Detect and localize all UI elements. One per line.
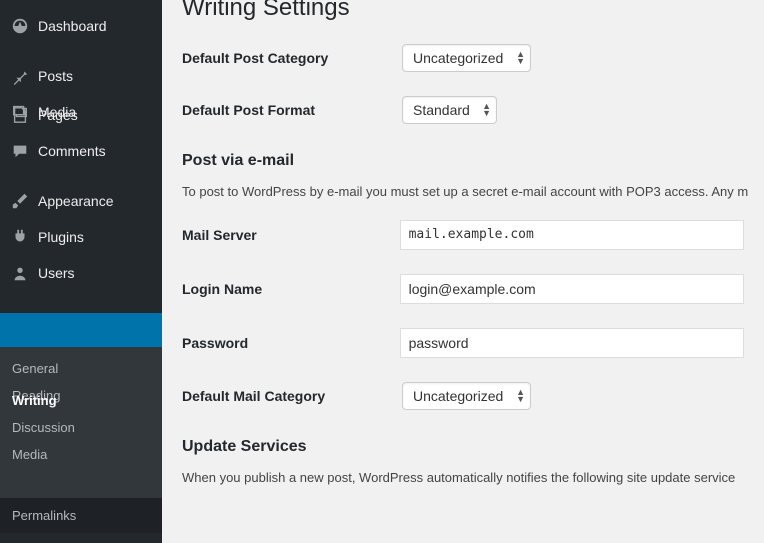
label-password: Password <box>182 335 400 351</box>
input-password[interactable] <box>400 328 744 358</box>
sidebar-item-posts[interactable]: Posts <box>0 58 162 94</box>
sidebar-label: Plugins <box>38 229 84 245</box>
admin-sidebar: Dashboard Posts Media Pages Comments App… <box>0 0 162 543</box>
sidebar-item-comments[interactable]: Comments <box>0 133 162 169</box>
sidebar-label: Comments <box>38 143 106 159</box>
plug-icon <box>10 227 30 247</box>
section-email-title: Post via e-mail <box>182 152 744 170</box>
select-default-category[interactable]: Uncategorized <box>402 44 531 72</box>
page-icon <box>10 105 30 125</box>
select-default-format-wrap: Standard ▲▼ <box>402 96 497 124</box>
row-login-name: Login Name <box>182 274 744 304</box>
sidebar-item-settings-active[interactable] <box>0 313 162 347</box>
label-default-format: Default Post Format <box>182 102 402 118</box>
label-mail-category: Default Mail Category <box>182 388 402 404</box>
email-description: To post to WordPress by e-mail you must … <box>182 182 744 202</box>
input-login-name[interactable] <box>400 274 744 304</box>
select-mail-category-wrap: Uncategorized ▲▼ <box>402 382 531 410</box>
sidebar-item-appearance[interactable]: Appearance <box>0 183 162 219</box>
section-update-title: Update Services <box>182 438 744 456</box>
input-mail-server[interactable] <box>400 220 744 250</box>
label-login-name: Login Name <box>182 281 400 297</box>
sidebar-label: Posts <box>38 68 73 84</box>
sidebar-label: Appearance <box>38 193 114 209</box>
select-default-category-wrap: Uncategorized ▲▼ <box>402 44 531 72</box>
sidebar-label: Users <box>38 265 75 281</box>
select-default-format[interactable]: Standard <box>402 96 497 124</box>
main-content: Writing Settings Default Post Category U… <box>162 0 764 543</box>
sidebar-item-users[interactable]: Users <box>0 255 162 291</box>
label-mail-server: Mail Server <box>182 227 400 243</box>
label-default-category: Default Post Category <box>182 50 402 66</box>
row-mail-category: Default Mail Category Uncategorized ▲▼ <box>182 382 744 410</box>
select-mail-category[interactable]: Uncategorized <box>402 382 531 410</box>
user-icon <box>10 263 30 283</box>
row-default-format: Default Post Format Standard ▲▼ <box>182 96 744 124</box>
submenu-item-media[interactable]: Media <box>0 441 162 468</box>
update-description: When you publish a new post, WordPress a… <box>182 468 744 488</box>
submenu-item-writing[interactable]: Writing <box>0 387 162 414</box>
settings-submenu: General Reading Writing Discussion Media <box>0 347 162 480</box>
row-mail-server: Mail Server <box>182 220 744 250</box>
sidebar-item-dashboard[interactable]: Dashboard <box>0 8 162 44</box>
page-title: Writing Settings <box>182 0 744 22</box>
submenu-item-discussion[interactable]: Discussion <box>0 414 162 441</box>
submenu-item-permalinks[interactable]: Permalinks <box>0 498 162 533</box>
sidebar-label: Dashboard <box>38 18 107 34</box>
sidebar-item-pages[interactable]: Pages <box>0 97 162 133</box>
submenu-item-general[interactable]: General <box>0 355 162 382</box>
row-password: Password <box>182 328 744 358</box>
comment-icon <box>10 141 30 161</box>
sidebar-item-plugins[interactable]: Plugins <box>0 219 162 255</box>
dashboard-icon <box>10 16 30 36</box>
sidebar-label: Pages <box>38 107 78 123</box>
pin-icon <box>10 66 30 86</box>
brush-icon <box>10 191 30 211</box>
row-default-category: Default Post Category Uncategorized ▲▼ <box>182 44 744 72</box>
